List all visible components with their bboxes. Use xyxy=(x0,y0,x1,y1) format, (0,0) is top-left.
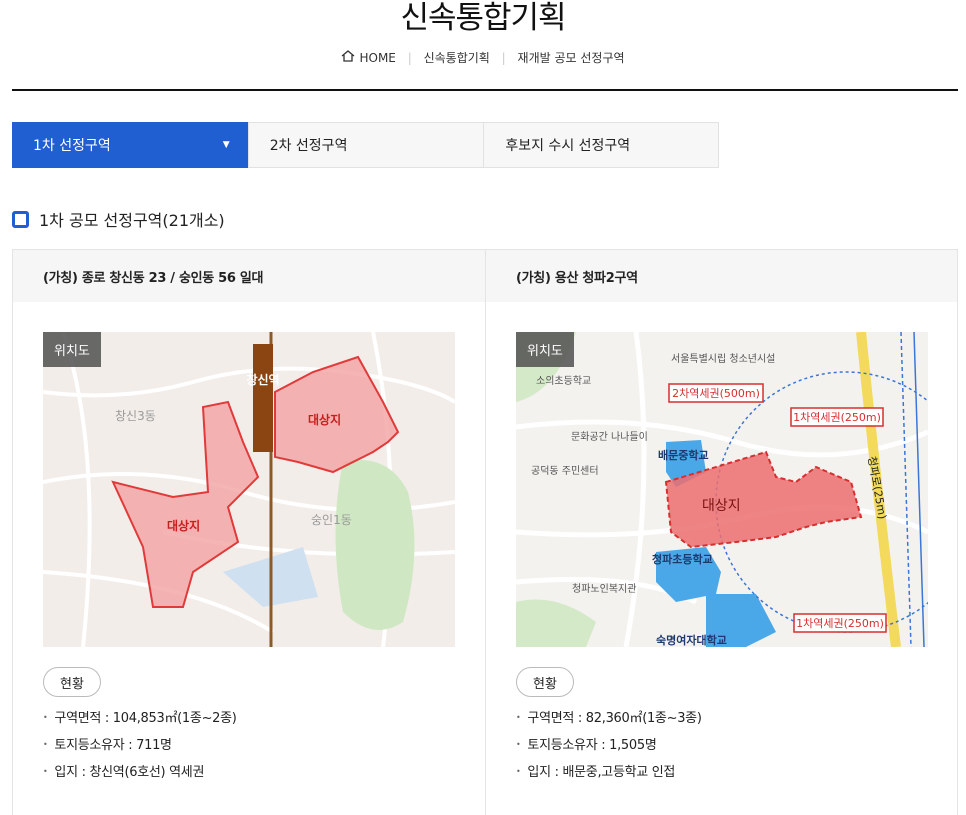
radius-label: 2차역세권(500m) xyxy=(672,387,760,400)
status-button[interactable]: 현황 xyxy=(43,667,101,697)
place-label: 서울특별시립 청소년시설 xyxy=(671,352,775,365)
list-item: 입지 : 창신역(6호선) 역세권 xyxy=(43,763,237,790)
list-item: 입지 : 배문중,고등학교 인접 xyxy=(516,763,702,790)
target-label: 대상지 xyxy=(308,412,341,427)
tab-label: 1차 선정구역 xyxy=(33,138,111,154)
district-label: 숭인1동 xyxy=(311,513,352,527)
target-label: 대상지 xyxy=(167,518,200,533)
map-label: 위치도 xyxy=(516,332,574,367)
school-label: 배문중학교 xyxy=(658,448,709,462)
location-map: 창신역 대상지 대상지 창신3동 숭인1동 위치도 xyxy=(43,332,455,647)
map-image: 창신역 대상지 대상지 창신3동 숭인1동 xyxy=(43,332,455,647)
card-title: (가칭) 용산 청파2구역 xyxy=(486,250,957,302)
section-title: 1차 공모 선정구역(21개소) xyxy=(12,207,225,231)
home-icon xyxy=(342,50,355,62)
card-title: (가칭) 종로 창신동 23 / 숭인동 56 일대 xyxy=(13,250,485,302)
square-icon xyxy=(12,210,29,228)
home-link[interactable]: HOME xyxy=(341,50,396,65)
map-image: 2차역세권(500m) 1차역세권(250m) 1차역세권(250m) 대상지 … xyxy=(516,332,928,647)
tab-round-1[interactable]: 1차 선정구역 ▼ xyxy=(12,122,248,168)
tab-label: 2차 선정구역 xyxy=(269,138,348,154)
breadcrumb-separator: | xyxy=(501,50,506,65)
radius-label: 1차역세권(250m) xyxy=(793,411,881,424)
breadcrumb-separator: | xyxy=(407,50,412,65)
chevron-down-icon: ▼ xyxy=(222,140,230,150)
school-label: 숙명여자대학교 xyxy=(656,633,727,647)
breadcrumb-item[interactable]: 신속통합기획 xyxy=(424,49,490,66)
place-label: 소의초등학교 xyxy=(536,375,591,387)
location-map: 2차역세권(500m) 1차역세권(250m) 1차역세권(250m) 대상지 … xyxy=(516,332,928,647)
target-label: 대상지 xyxy=(702,498,741,514)
list-item: 토지등소유자 : 1,505명 xyxy=(516,736,702,763)
district-grid: (가칭) 종로 창신동 23 / 숭인동 56 일대 창신역 대상지 대상지 창… xyxy=(12,249,958,815)
place-label: 청파노인복지관 xyxy=(572,583,636,595)
tab-candidate[interactable]: 후보지 수시 선정구역 xyxy=(483,123,718,167)
school-label: 청파초등학교 xyxy=(652,552,713,566)
info-list: 구역면적 : 82,360㎡(1종~3종) 토지등소유자 : 1,505명 입지… xyxy=(516,709,702,790)
list-item: 구역면적 : 82,360㎡(1종~3종) xyxy=(516,709,701,736)
breadcrumb: HOME | 신속통합기획 | 재개발 공모 선정구역 xyxy=(0,49,966,66)
district-label: 창신3동 xyxy=(115,409,156,423)
district-card: (가칭) 용산 청파2구역 2차역세권(500m) 1차역세권(250m) 1차… xyxy=(485,250,957,815)
radius-label: 1차역세권(250m) xyxy=(796,617,884,630)
page-title: 신속통합기획 xyxy=(400,0,566,36)
map-label: 위치도 xyxy=(43,332,101,367)
title-divider xyxy=(12,89,958,91)
status-button[interactable]: 현황 xyxy=(516,667,574,697)
district-card: (가칭) 종로 창신동 23 / 숭인동 56 일대 창신역 대상지 대상지 창… xyxy=(13,250,485,815)
station-label: 창신역 xyxy=(246,372,279,387)
tab-bar: 1차 선정구역 ▼ 2차 선정구역 후보지 수시 선정구역 xyxy=(12,122,719,168)
tab-round-2[interactable]: 2차 선정구역 xyxy=(247,123,484,167)
place-label: 공덕동 주민센터 xyxy=(531,465,599,477)
list-item: 구역면적 : 104,853㎡(1종~2종) xyxy=(43,709,236,736)
list-item: 토지등소유자 : 711명 xyxy=(43,736,237,763)
tab-label: 후보지 수시 선정구역 xyxy=(505,138,631,154)
info-list: 구역면적 : 104,853㎡(1종~2종) 토지등소유자 : 711명 입지 … xyxy=(43,709,237,790)
place-label: 문화공간 나나들이 xyxy=(571,431,648,443)
breadcrumb-current: 재개발 공모 선정구역 xyxy=(517,51,625,65)
